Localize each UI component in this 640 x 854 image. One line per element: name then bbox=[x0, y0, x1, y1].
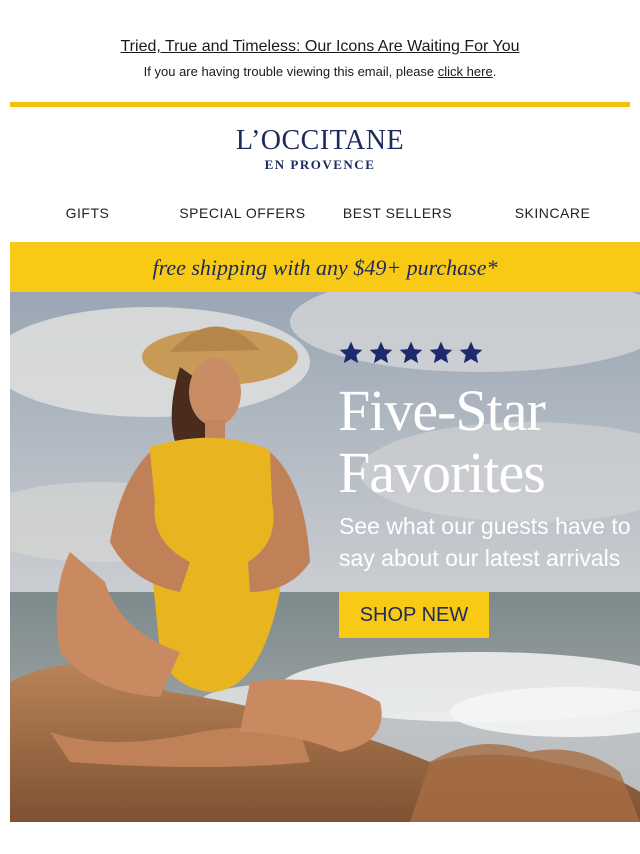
star-icon bbox=[339, 341, 363, 364]
header-divider bbox=[10, 102, 630, 107]
click-here-link[interactable]: click here bbox=[438, 64, 493, 79]
brand-logo[interactable]: L’OCCITANE EN PROVENCE bbox=[0, 126, 640, 172]
view-online-notice: If you are having trouble viewing this e… bbox=[0, 64, 640, 79]
hero-subtitle: See what our guests have to say about ou… bbox=[339, 510, 639, 574]
logo-wordmark: L’OCCITANE bbox=[235, 125, 405, 156]
preheader: Tried, True and Timeless: Our Icons Are … bbox=[0, 38, 640, 56]
hero-title-line2: Favorites bbox=[338, 440, 546, 505]
nav-item-gifts[interactable]: GIFTS bbox=[10, 205, 165, 221]
shop-new-button[interactable]: SHOP NEW bbox=[339, 592, 489, 638]
free-shipping-banner[interactable]: free shipping with any $49+ purchase* bbox=[10, 242, 640, 292]
hero-subtitle-line2: say about our latest arrivals bbox=[339, 545, 621, 571]
rating-stars bbox=[338, 340, 484, 366]
star-icon bbox=[429, 341, 453, 364]
star-icon bbox=[399, 341, 423, 364]
view-online-end: . bbox=[492, 64, 497, 79]
logo-subtitle: EN PROVENCE bbox=[264, 157, 376, 172]
hero-title-line1: Five-Star bbox=[338, 378, 546, 443]
hero-banner[interactable]: Five-Star Favorites See what our guests … bbox=[10, 292, 640, 822]
star-icon bbox=[369, 341, 393, 364]
preheader-title-link[interactable]: Tried, True and Timeless: Our Icons Are … bbox=[121, 38, 520, 56]
nav-item-skincare[interactable]: SKINCARE bbox=[475, 205, 630, 221]
free-shipping-text: free shipping with any $49+ purchase* bbox=[152, 255, 498, 280]
nav-item-special-offers[interactable]: SPECIAL OFFERS bbox=[165, 205, 320, 221]
main-nav: GIFTS SPECIAL OFFERS BEST SELLERS SKINCA… bbox=[10, 205, 630, 221]
star-icon bbox=[459, 341, 483, 364]
view-online-text: If you are having trouble viewing this e… bbox=[143, 64, 438, 79]
hero-title: Five-Star Favorites bbox=[338, 378, 546, 505]
hero-subtitle-line1: See what our guests have to bbox=[339, 513, 631, 539]
nav-item-best-sellers[interactable]: BEST SELLERS bbox=[320, 205, 475, 221]
